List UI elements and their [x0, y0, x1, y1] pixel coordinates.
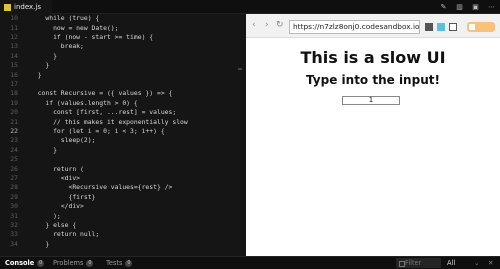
layout-icon[interactable]	[437, 23, 445, 31]
back-icon[interactable]: ‹	[252, 20, 256, 30]
split-view-icon[interactable]: ▥	[455, 2, 464, 11]
code-text: }	[30, 145, 57, 154]
console-count-badge: 0	[37, 259, 45, 267]
console-toggle-icon[interactable]	[425, 23, 433, 31]
editor-scroll-marker	[238, 68, 242, 70]
edit-icon[interactable]: ✎	[439, 2, 448, 11]
page-heading: This is a slow UI	[300, 48, 446, 67]
code-line[interactable]: 34 }	[0, 238, 49, 250]
preview-toggle[interactable]	[467, 22, 495, 32]
tests-count-badge: 0	[125, 259, 133, 267]
problems-count-badge: 0	[86, 259, 94, 267]
open-window-icon[interactable]	[449, 23, 457, 31]
bottom-panel-tabs: Console 0 Problems 0 Tests 0 Filter All …	[0, 256, 500, 269]
page-subheading: Type into the input!	[306, 73, 440, 87]
clear-console-icon[interactable]: ✕	[488, 259, 494, 267]
tab-console[interactable]: Console 0	[5, 259, 45, 267]
text-input[interactable]: 1	[342, 96, 400, 105]
browser-toolbar: ‹ › ↻ https://n7zlz8onj0.codesandbox.io/	[246, 14, 500, 38]
file-tab-index-js[interactable]: index.js	[0, 0, 52, 14]
preview-browser: ‹ › ↻ https://n7zlz8onj0.codesandbox.io/…	[246, 14, 500, 256]
console-filter-input[interactable]: Filter	[396, 258, 441, 268]
line-number: 34	[10, 239, 18, 248]
tab-problems-label: Problems	[53, 259, 84, 267]
refresh-icon[interactable]: ↻	[276, 20, 284, 30]
forward-icon[interactable]: ›	[265, 20, 269, 30]
log-level-select[interactable]: All	[447, 259, 455, 267]
code-text: }	[30, 239, 50, 248]
preview-icon[interactable]: ▣	[471, 2, 480, 11]
tab-tests-label: Tests	[106, 259, 123, 267]
editor-top-bar: index.js ✎ ▥ ▣ ⋯	[0, 0, 500, 14]
editor-toolbar: ✎ ▥ ▣ ⋯	[439, 2, 496, 11]
code-editor[interactable]: 10 while (true) {11 now = new Date(); 12 …	[0, 14, 246, 256]
tab-console-label: Console	[5, 259, 35, 267]
address-bar[interactable]: https://n7zlz8onj0.codesandbox.io/	[289, 20, 420, 34]
tab-problems[interactable]: Problems 0	[53, 259, 94, 267]
more-icon[interactable]: ⋯	[487, 2, 496, 11]
js-file-icon	[4, 3, 11, 11]
code-text: }	[30, 70, 42, 79]
chevron-down-icon[interactable]: ⌄	[474, 259, 480, 267]
tab-tests[interactable]: Tests 0	[106, 259, 133, 267]
file-tab-label: index.js	[14, 3, 41, 11]
